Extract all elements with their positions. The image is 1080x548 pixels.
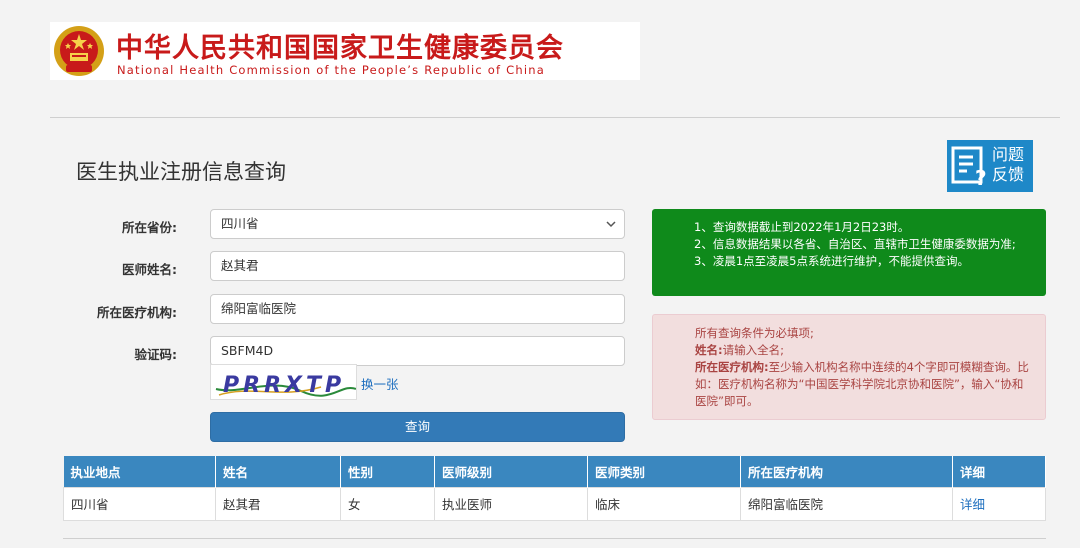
notice-line-1: 1、查询数据截止到2022年1月2日23时。	[694, 220, 910, 234]
province-select[interactable]: 四川省	[210, 209, 625, 239]
cell-location: 四川省	[63, 486, 216, 521]
column-header-institution: 所在医疗机构	[740, 456, 953, 487]
institution-label: 所在医疗机构:	[97, 305, 177, 320]
national-emblem-icon	[54, 26, 104, 76]
svg-text:?: ?	[975, 166, 987, 187]
site-header: 中华人民共和国国家卫生健康委员会 National Health Commiss…	[50, 22, 640, 80]
detail-link[interactable]: 详细	[960, 497, 985, 512]
requirement-line-name: 姓名:请输入全名;	[695, 342, 1031, 359]
cell-name: 赵其君	[215, 486, 341, 521]
cell-detail: 详细	[952, 486, 1046, 521]
doctor-name-input[interactable]: 赵其君	[210, 251, 625, 281]
captcha-graphic: PRRXTP	[215, 373, 356, 398]
results-table: 执业地点 姓名 性别 医师级别 医师类别 所在医疗机构 详细 四川省 赵其君 女…	[63, 456, 1046, 521]
table-row: 四川省 赵其君 女 执业医师 临床 绵阳富临医院 详细	[63, 486, 1046, 521]
institution-input[interactable]: 绵阳富临医院	[210, 294, 625, 324]
cell-gender: 女	[340, 486, 435, 521]
site-subtitle: National Health Commission of the People…	[117, 63, 545, 77]
page-title: 医生执业注册信息查询	[76, 160, 286, 184]
captcha-image[interactable]: PRRXTP	[210, 364, 357, 400]
notice-info-box: 1、查询数据截止到2022年1月2日23时。 2、信息数据结果以各省、自治区、直…	[652, 209, 1046, 296]
doctor-name-label: 医师姓名:	[122, 262, 177, 277]
footer-divider	[63, 538, 1046, 539]
province-label: 所在省份:	[122, 220, 177, 235]
requirement-line-institution: 所在医疗机构:至少输入机构名称中连续的4个字即可模糊查询。比如：医疗机构名称为“…	[695, 359, 1031, 410]
search-button[interactable]: 查询	[210, 412, 625, 442]
cell-institution: 绵阳富临医院	[740, 486, 953, 521]
notice-requirements-box: 所有查询条件为必填项; 姓名:请输入全名; 所在医疗机构:至少输入机构名称中连续…	[652, 314, 1046, 420]
requirement-name-key: 姓名:	[695, 343, 723, 357]
feedback-document-icon: ?	[951, 146, 987, 187]
column-header-level: 医师级别	[434, 456, 588, 487]
notice-line-3: 3、凌晨1点至凌晨5点系统进行维护，不能提供查询。	[694, 254, 969, 268]
header-divider	[50, 117, 1060, 118]
notice-line-2: 2、信息数据结果以各省、自治区、直辖市卫生健康委数据为准;	[694, 237, 1016, 251]
column-header-name: 姓名	[215, 456, 341, 487]
cell-category: 临床	[587, 486, 741, 521]
feedback-button[interactable]: ? 问题反馈	[947, 140, 1033, 192]
change-captcha-link[interactable]: 换一张	[361, 374, 399, 393]
captcha-text: PRRXTP	[223, 373, 345, 398]
table-header-row: 执业地点 姓名 性别 医师级别 医师类别 所在医疗机构 详细	[63, 456, 1046, 487]
site-title: 中华人民共和国国家卫生健康委员会	[116, 33, 564, 64]
chevron-down-icon	[606, 221, 616, 228]
captcha-label: 验证码:	[134, 347, 178, 362]
captcha-input[interactable]: SBFM4D	[210, 336, 625, 366]
requirement-name-text: 请输入全名;	[722, 343, 784, 357]
column-header-location: 执业地点	[63, 456, 216, 487]
cell-level: 执业医师	[434, 486, 588, 521]
requirement-line-all: 所有查询条件为必填项;	[695, 326, 814, 340]
column-header-category: 医师类别	[587, 456, 741, 487]
feedback-label: 问题反馈	[992, 145, 1025, 184]
column-header-detail: 详细	[952, 456, 1046, 487]
requirement-inst-key: 所在医疗机构:	[695, 360, 769, 374]
column-header-gender: 性别	[340, 456, 435, 487]
province-select-value: 四川省	[221, 216, 259, 231]
